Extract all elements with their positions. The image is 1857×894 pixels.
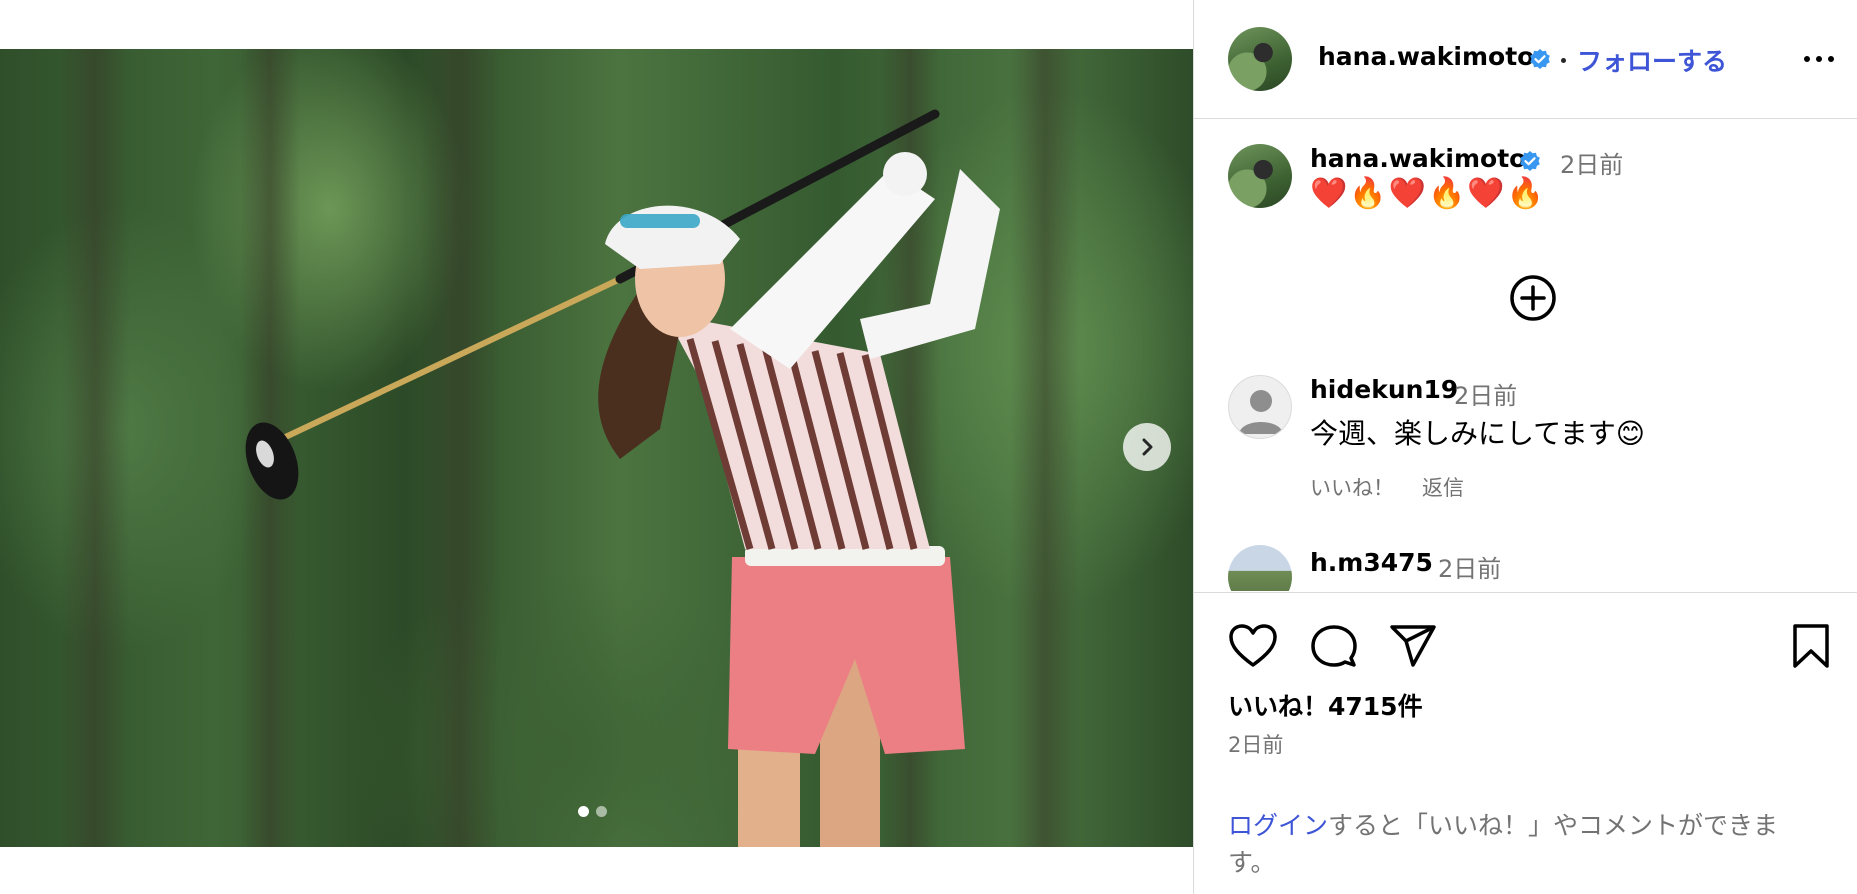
like-count[interactable]: いいね！4715件 [1228, 687, 1423, 723]
golfer-figure [245, 109, 1000, 847]
default-user-icon [1239, 390, 1283, 434]
slide-dot-active [578, 806, 589, 817]
comment-reply-button[interactable]: 返信 [1422, 472, 1464, 502]
comments-section: hana.wakimoto 2日前 ❤️🔥❤️🔥❤️🔥 hidekun19 2日… [1194, 120, 1857, 591]
bookmark-icon[interactable] [1792, 623, 1830, 669]
commenter-avatar[interactable] [1228, 545, 1292, 591]
separator-dot [1561, 58, 1566, 63]
comment-icon[interactable] [1310, 623, 1358, 671]
more-icon-dot [1804, 56, 1810, 62]
caption-avatar[interactable] [1228, 144, 1292, 208]
more-icon-dot [1828, 56, 1834, 62]
more-options-button[interactable] [1794, 42, 1844, 76]
post-sidebar: hana.wakimoto フォローする hana.wakimoto 2日前 ❤… [1193, 0, 1857, 894]
caption-username[interactable]: hana.wakimoto [1310, 144, 1526, 173]
post-media [0, 0, 1193, 894]
comment-time: 2日前 [1454, 382, 1518, 410]
comment-username[interactable]: h.m3475 [1310, 548, 1433, 577]
caption-time: 2日前 [1560, 151, 1624, 179]
comment-like-button[interactable]: いいね！ [1310, 472, 1394, 502]
comment-time: 2日前 [1438, 555, 1502, 583]
post-actions: いいね！4715件 2日前 ログインすると「いいね！」やコメントができます。 [1194, 592, 1857, 894]
author-avatar[interactable] [1228, 27, 1292, 91]
login-prompt: ログインすると「いいね！」やコメントができます。 [1228, 807, 1808, 881]
comment-actions: いいね！ 返信 [1310, 472, 1464, 502]
author-username[interactable]: hana.wakimoto [1318, 42, 1534, 71]
slide-indicator [578, 806, 607, 817]
follow-button[interactable]: フォローする [1577, 42, 1727, 78]
next-slide-button[interactable] [1123, 423, 1171, 471]
chevron-right-icon [1142, 438, 1153, 456]
verified-badge-icon [1520, 151, 1540, 171]
more-icon-dot [1816, 56, 1822, 62]
load-more-comments-icon[interactable] [1508, 273, 1558, 323]
verified-badge-icon [1530, 49, 1550, 69]
comment-username[interactable]: hidekun19 [1310, 375, 1458, 404]
heart-icon[interactable] [1228, 623, 1278, 669]
login-link[interactable]: ログイン [1228, 811, 1328, 840]
caption-text: ❤️🔥❤️🔥❤️🔥 [1310, 176, 1547, 211]
instagram-post-page: hana.wakimoto フォローする hana.wakimoto 2日前 ❤… [0, 0, 1857, 894]
share-icon[interactable] [1389, 623, 1437, 669]
comment-text: 今週、楽しみにしてます😊 [1310, 417, 1645, 450]
commenter-avatar[interactable] [1228, 375, 1292, 439]
post-header: hana.wakimoto フォローする [1194, 0, 1857, 119]
golf-swing-photo[interactable] [0, 49, 1193, 847]
slide-dot [596, 806, 607, 817]
post-timestamp: 2日前 [1228, 733, 1284, 757]
